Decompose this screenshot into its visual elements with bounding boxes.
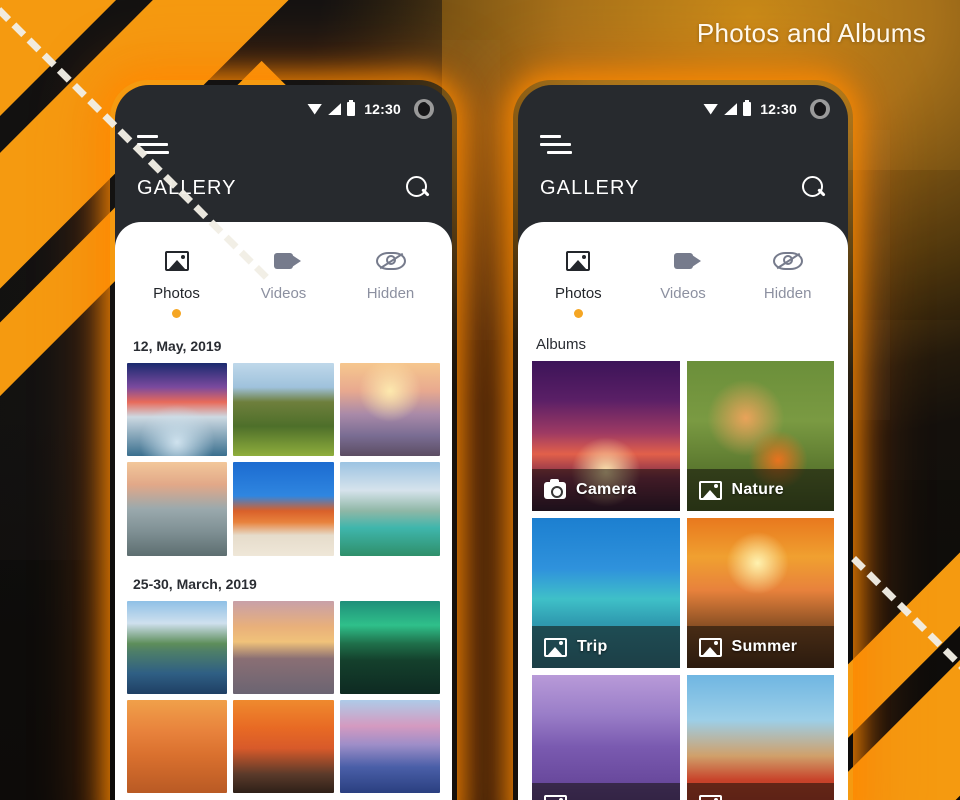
album-name: Nature [731,481,784,498]
album-label-bar: Summer [686,626,834,668]
tab-label: Videos [260,285,307,302]
photo-thumbnail[interactable] [127,699,228,794]
tab-label: Videos [660,285,706,302]
content-sheet: Photos Videos Hidden Albums Camera Natur… [518,222,848,800]
tab-photos[interactable]: Photos [526,248,631,318]
signal-icon [328,103,342,115]
dark-mode-icon[interactable] [414,99,434,119]
image-icon [698,794,722,800]
photo-thumbnail[interactable] [339,699,440,794]
app-bar-title-row: GALLERY [540,176,826,200]
photo-thumbnail[interactable] [127,600,228,694]
album-name: Trip [577,638,608,655]
page-title: Photos and Albums [696,18,926,48]
status-bar: 12:30 [518,85,848,133]
app-bar: GALLERY [518,135,848,200]
album-name: Camera [576,481,637,498]
dark-mode-icon[interactable] [810,99,830,119]
photo-thumbnail[interactable] [339,462,440,556]
signal-icon [724,103,738,115]
active-tab-indicator [172,309,181,318]
album-tile[interactable] [686,675,834,800]
photo-thumbnail[interactable] [127,462,228,556]
phone-mockup-right: 12:30 GALLERY Photos Videos Hidden Album… [518,85,848,800]
albums-section-label: Albums [536,336,587,353]
image-icon [544,637,567,657]
status-bar-time: 12:30 [364,101,401,117]
image-icon [544,794,567,800]
album-label-bar [532,783,680,800]
date-section-label: 12, May, 2019 [133,338,222,354]
album-name: Summer [731,638,798,655]
search-icon[interactable] [406,176,430,200]
tab-hidden[interactable]: Hidden [735,248,840,318]
phone-mockup-left: 12:30 GALLERY Photos Videos Hidden 12, M… [115,85,452,800]
tab-label: Hidden [366,285,415,302]
album-tile[interactable]: Nature [686,361,834,511]
eye-slash-icon [772,252,803,270]
photo-thumbnail[interactable] [233,600,334,694]
battery-icon [347,100,356,116]
album-label-bar: Camera [532,469,680,511]
battery-icon [743,100,752,116]
tab-label: Photos [554,285,602,302]
active-tab-indicator [573,309,583,318]
wifi-icon [307,103,323,115]
status-bar: 12:30 [115,85,452,133]
album-label-bar [686,783,834,800]
photo-thumbnail[interactable] [233,699,334,794]
wifi-icon [703,103,719,115]
tab-hidden[interactable]: Hidden [337,248,444,318]
page-title-gallery: GALLERY [540,176,640,199]
status-bar-time: 12:30 [760,101,797,117]
video-camera-icon [673,253,701,269]
eye-slash-icon [375,252,406,270]
tab-photos[interactable]: Photos [123,248,230,318]
album-label-bar: Trip [532,626,680,668]
tab-label: Photos [153,285,200,302]
camera-icon [544,478,566,499]
photo-thumbnail[interactable] [339,600,440,694]
image-icon [698,637,722,657]
search-icon[interactable] [802,176,826,200]
albums-grid: Camera Nature Trip Summer [518,361,848,800]
photo-thumbnail[interactable] [339,363,440,457]
photo-grid [115,363,452,556]
tab-label: Hidden [763,285,812,302]
tab-bar: Photos Videos Hidden [115,222,452,318]
photo-icon [164,251,189,271]
date-section-label: 25-30, March, 2019 [133,575,257,592]
image-icon [698,480,722,500]
album-tile[interactable] [532,675,680,800]
photo-thumbnail[interactable] [233,462,334,556]
tab-bar: Photos Videos Hidden [518,222,848,318]
album-tile[interactable]: Camera [532,361,680,511]
app-bar: GALLERY [115,135,452,200]
photo-icon [566,251,591,271]
content-sheet: Photos Videos Hidden 12, May, 2019 25-30… [115,222,452,800]
video-camera-icon [274,253,301,269]
album-label-bar: Nature [686,469,834,511]
album-tile[interactable]: Summer [686,518,834,668]
tab-videos[interactable]: Videos [631,248,736,318]
album-tile[interactable]: Trip [532,518,680,668]
hamburger-menu-icon[interactable] [540,135,574,154]
photo-thumbnail[interactable] [233,363,334,457]
photo-thumbnail[interactable] [127,363,228,457]
photo-grid [115,600,452,794]
